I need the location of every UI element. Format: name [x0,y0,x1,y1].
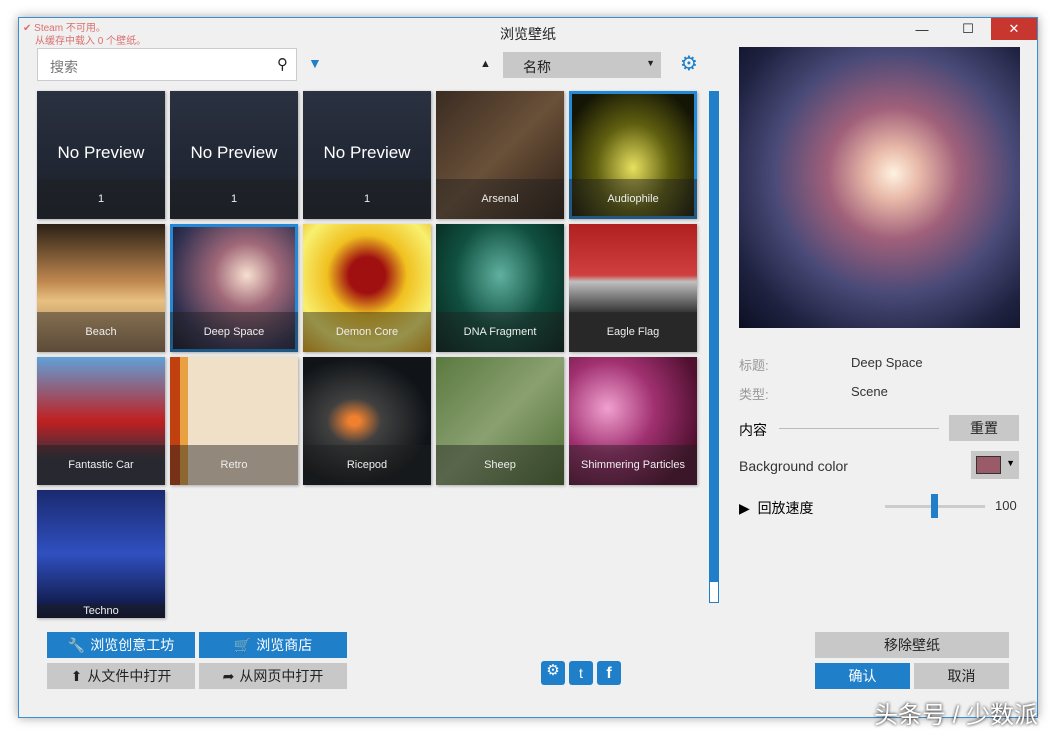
gear-icon[interactable]: ⚙ [680,51,698,76]
chevron-down-icon: ▼ [646,58,655,68]
title-value: Deep Space [851,355,923,370]
wallpaper-tile[interactable]: Audiophile [569,91,697,219]
speed-value: 100 [995,498,1017,513]
wallpaper-tile[interactable]: No Preview 1 [170,91,298,219]
content-label: 内容 [739,422,767,438]
sort-selected: 名称 [523,59,551,75]
cancel-button[interactable]: 取消 [914,663,1009,689]
tile-label: Shimmering Particles [569,445,697,485]
facebook-icon[interactable]: f [597,661,621,685]
tile-label: Deep Space [170,312,298,352]
upload-icon: ⬆ [70,667,83,684]
button-label: 浏览创意工坊 [90,637,175,653]
tile-label: 1 [37,179,165,219]
wallpaper-tile[interactable]: Fantastic Car [37,357,165,485]
bgcolor-label: Background color [739,458,848,474]
button-label: 从文件中打开 [87,668,172,684]
tile-label: 1 [170,179,298,219]
sort-direction-icon[interactable]: ▲ [480,58,491,70]
browse-workshop-button[interactable]: 🔧 浏览创意工坊 [47,632,195,658]
type-value: Scene [851,384,888,399]
wallpaper-tile[interactable]: Retro [170,357,298,485]
tile-label: Beach [37,312,165,352]
tile-label: Arsenal [436,179,564,219]
close-button[interactable]: ✕ [991,18,1037,40]
tile-label: Eagle Flag [569,312,697,352]
sort-select[interactable]: 名称 ▼ [503,52,661,78]
tile-label: Retro [170,445,298,485]
speed-toggle[interactable]: ▶ 回放速度 [739,498,814,518]
wallpaper-tile[interactable]: Beach [37,224,165,352]
wallpaper-tile[interactable]: Eagle Flag [569,224,697,352]
tile-label: Audiophile [569,179,697,219]
speed-label: 回放速度 [757,500,814,516]
search-placeholder: 搜索 [50,59,78,75]
wallpaper-tile[interactable]: Sheep [436,357,564,485]
wallpaper-tile[interactable]: Ricepod [303,357,431,485]
wallpaper-tile[interactable]: No Preview 1 [37,91,165,219]
slider-handle[interactable] [931,494,938,518]
no-preview-text: No Preview [323,143,411,162]
minimize-button[interactable]: — [899,18,945,40]
tile-label: Demon Core [303,312,431,352]
open-file-button[interactable]: ⬆ 从文件中打开 [47,663,195,689]
browse-store-button[interactable]: 🛒 浏览商店 [199,632,347,658]
preview-image [739,47,1020,328]
button-label: 浏览商店 [256,637,313,653]
scrollbar[interactable] [709,91,719,603]
twitter-icon[interactable]: t [569,661,593,685]
search-input[interactable]: 搜索 ⚲ [37,48,297,81]
wallpaper-tile[interactable]: Arsenal [436,91,564,219]
wallpaper-tile[interactable]: Shimmering Particles [569,357,697,485]
no-preview-text: No Preview [57,143,145,162]
steam-icon[interactable]: ⚙ [541,661,565,685]
speed-slider[interactable] [885,494,985,518]
reset-button[interactable]: 重置 [949,415,1019,441]
tile-label: 1 [303,179,431,219]
watermark: 头条号 / 少数派 [873,702,1038,729]
bgcolor-picker[interactable]: ▼ [971,451,1019,479]
remove-wallpaper-button[interactable]: 移除壁纸 [815,632,1009,658]
wallpaper-browser-window: ✔ Steam 不可用。 从缓存中载入 0 个壁纸。 浏览壁纸 — ☐ ✕ 搜索… [18,17,1038,718]
tile-label: Techno [37,604,165,618]
wallpaper-tile[interactable]: DNA Fragment [436,224,564,352]
color-swatch [976,456,1001,474]
play-triangle-icon: ▶ [739,500,750,516]
cart-icon: 🛒 [233,636,252,653]
button-label: 从网页中打开 [239,668,324,684]
chevron-down-icon: ▼ [1006,458,1015,468]
window-title: 浏览壁纸 [500,26,556,42]
wallpaper-tile[interactable]: No Preview 1 [303,91,431,219]
wallpaper-tile[interactable]: Demon Core [303,224,431,352]
tile-label: Ricepod [303,445,431,485]
maximize-button[interactable]: ☐ [945,18,991,40]
filter-icon[interactable]: ▼ [308,55,322,71]
title-label: 标题: [739,358,769,373]
type-label: 类型: [739,387,769,402]
wrench-icon: 🔧 [67,636,86,653]
scrollbar-thumb[interactable] [710,92,718,582]
tile-label: Fantastic Car [37,445,165,485]
tile-label: Sheep [436,445,564,485]
wallpaper-tile[interactable]: Deep Space [170,224,298,352]
open-web-button[interactable]: ➦ 从网页中打开 [199,663,347,689]
tile-label: DNA Fragment [436,312,564,352]
divider [779,428,939,429]
ok-button[interactable]: 确认 [815,663,910,689]
social-links: ⚙ t f [541,661,621,685]
search-icon[interactable]: ⚲ [277,55,288,73]
share-arrow-icon: ➦ [222,667,235,684]
no-preview-text: No Preview [190,143,278,162]
wallpaper-tile[interactable]: Techno [37,490,165,618]
